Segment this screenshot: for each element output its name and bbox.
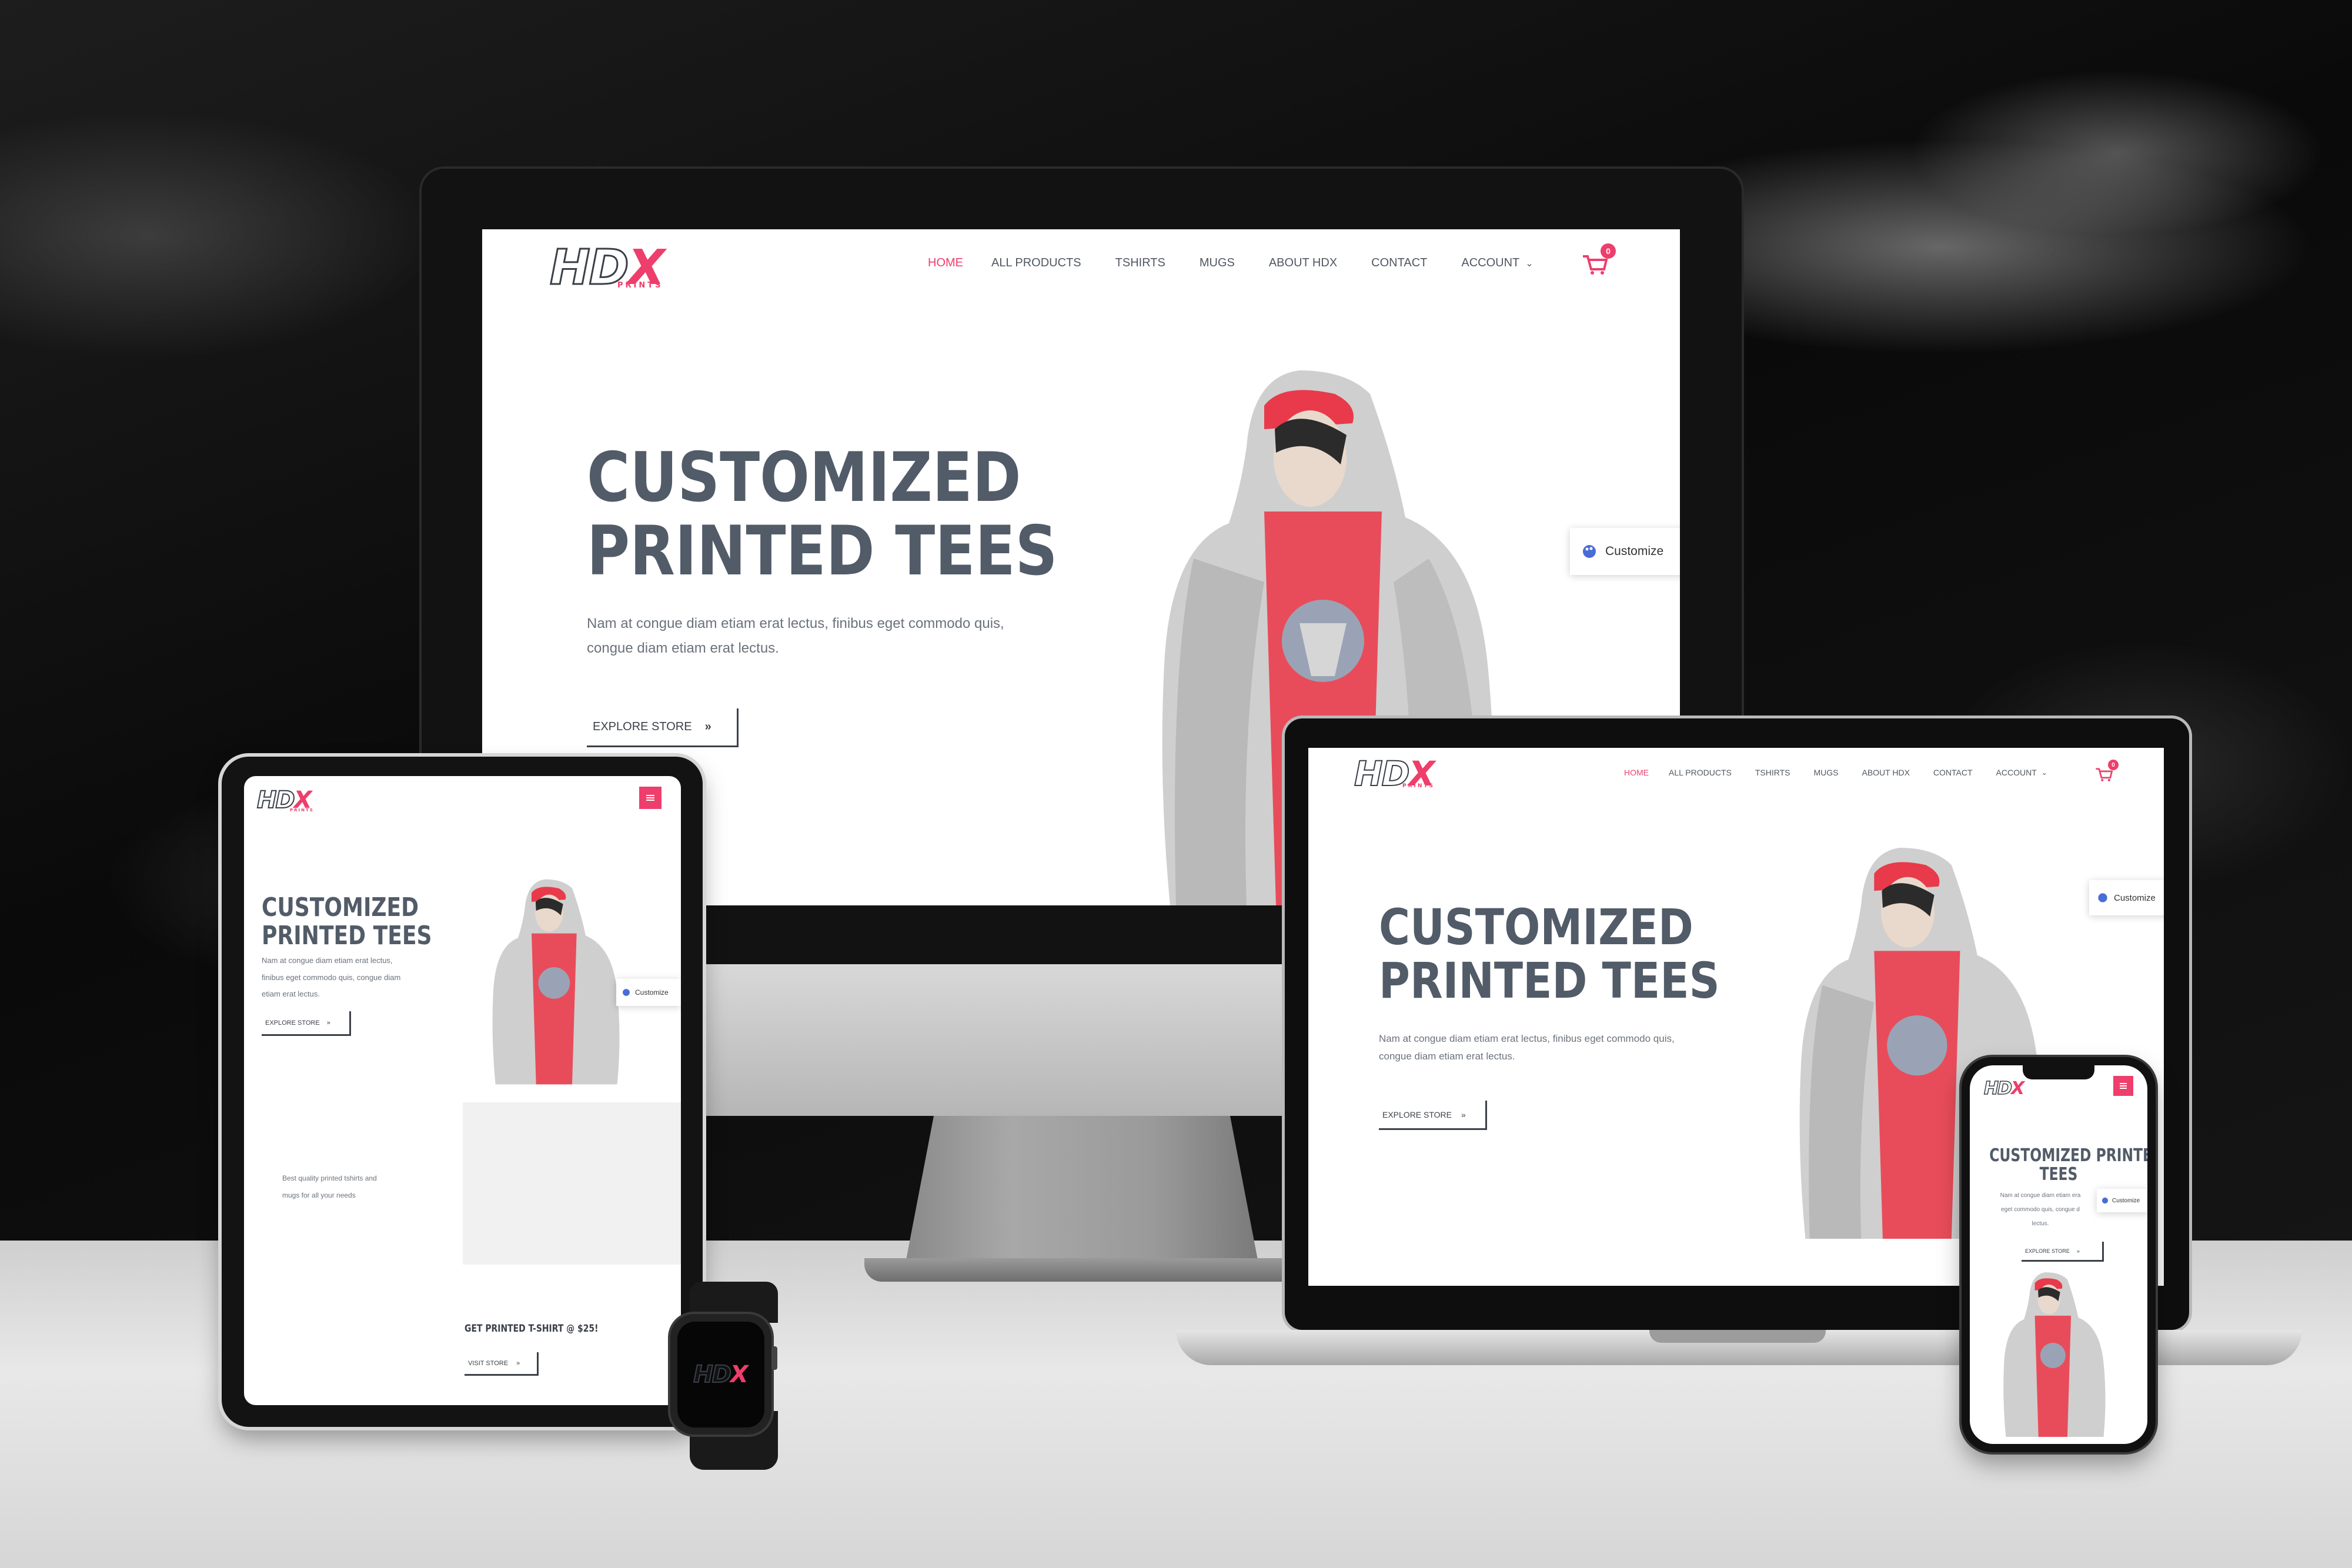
customize-button[interactable]: Customize <box>1570 528 1680 575</box>
phone-hero-description: Nam at congue diam etiam era eget commod… <box>2000 1192 2081 1227</box>
tablet-website: HDX PRINTS CUSTOMIZED PRINTED TEES Nam a… <box>244 776 681 1405</box>
nav-tshirts[interactable]: TSHIRTS <box>1755 768 1790 777</box>
monitor-stand <box>906 1116 1258 1263</box>
laptop-notch <box>1649 1330 1826 1343</box>
tablet-promo-title: GET PRINTED T-SHIRT @ $25! <box>465 1323 599 1335</box>
phone-website: HDX CUSTOMIZED PRINTED TEES Nam at congu… <box>1970 1065 2147 1444</box>
main-navigation: HOME ALL PRODUCTS TSHIRTS MUGS ABOUT HDX… <box>928 256 1534 270</box>
nav-account[interactable]: ACCOUNT <box>1461 256 1519 270</box>
nav-account[interactable]: ACCOUNT <box>1996 768 2037 777</box>
phone-explore-store-button[interactable]: EXPLORE STORE» <box>2022 1242 2104 1262</box>
nav-contact[interactable]: CONTACT <box>1933 768 1973 777</box>
tablet-customize-button[interactable]: Customize <box>616 979 681 1006</box>
laptop-hero-title: CUSTOMIZED PRINTED TEES <box>1379 898 1720 1009</box>
tablet-image-placeholder <box>463 1102 681 1265</box>
nav-mugs[interactable]: MUGS <box>1813 768 1838 777</box>
hamburger-menu-icon[interactable] <box>2113 1076 2133 1096</box>
nav-about-hdx[interactable]: ABOUT HDX <box>1269 256 1337 270</box>
phone-notch <box>2023 1064 2094 1079</box>
chevron-down-icon: ⌄ <box>1525 258 1534 269</box>
hero-title: CUSTOMIZED PRINTED TEES <box>587 438 1058 591</box>
explore-store-button[interactable]: EXPLORE STORE» <box>587 708 739 747</box>
tablet-tagline: Best quality printed tshirts and mugs fo… <box>282 1174 377 1199</box>
phone-hero-title: CUSTOMIZED PRINTED TEES <box>1989 1145 2147 1185</box>
watch-crown <box>771 1346 777 1370</box>
phone-customize-button[interactable]: Customize <box>2097 1189 2147 1212</box>
nav-tshirts[interactable]: TSHIRTS <box>1115 256 1165 270</box>
tablet-logo[interactable]: HDX PRINTS <box>256 786 313 814</box>
tablet-visit-store-button[interactable]: VISIT STORE» <box>465 1352 539 1376</box>
laptop-navigation: HOME ALL PRODUCTS TSHIRTS MUGS ABOUT HDX… <box>1624 768 2047 777</box>
watch-screen: HDX <box>677 1322 764 1427</box>
nav-home[interactable]: HOME <box>1624 768 1649 777</box>
palette-icon <box>2098 893 2107 902</box>
nav-mugs[interactable]: MUGS <box>1200 256 1235 270</box>
nav-contact[interactable]: CONTACT <box>1371 256 1427 270</box>
tablet-hero-title: CUSTOMIZED PRINTED TEES <box>262 892 432 951</box>
laptop-customize-button[interactable]: Customize <box>2089 880 2164 915</box>
tablet-hero-model-image <box>492 879 620 1085</box>
nav-about-hdx[interactable]: ABOUT HDX <box>1862 768 1909 777</box>
tablet-explore-store-button[interactable]: EXPLORE STORE» <box>262 1011 351 1036</box>
chevron-down-icon: ⌄ <box>2041 768 2047 777</box>
laptop-logo[interactable]: HDX PRINTS <box>1354 753 1435 794</box>
monitor-foot <box>864 1258 1299 1282</box>
cart-count-badge: 0 <box>1601 243 1616 259</box>
phone-logo[interactable]: HDX <box>1983 1078 2024 1099</box>
nav-home[interactable]: HOME <box>928 256 963 270</box>
hamburger-menu-icon[interactable] <box>639 787 662 809</box>
logo-subtitle: PRINTS <box>617 281 663 290</box>
watch-logo: HDX <box>693 1360 749 1389</box>
laptop-hero-description: Nam at congue diam etiam erat lectus, fi… <box>1379 1033 1675 1062</box>
palette-icon <box>623 989 630 996</box>
cart-count-badge: 0 <box>2108 760 2119 770</box>
hero-description: Nam at congue diam etiam erat lectus, fi… <box>587 616 1004 656</box>
phone-hero-model-image <box>2003 1272 2106 1437</box>
nav-all-products[interactable]: ALL PRODUCTS <box>1669 768 1732 777</box>
nav-all-products[interactable]: ALL PRODUCTS <box>991 256 1081 270</box>
palette-icon <box>2102 1197 2109 1204</box>
laptop-explore-store-button[interactable]: EXPLORE STORE» <box>1379 1101 1487 1130</box>
palette-icon <box>1583 545 1596 558</box>
tablet-hero-description: Nam at congue diam etiam erat lectus, fi… <box>262 956 401 999</box>
site-logo[interactable]: HDX PRINTS <box>549 239 665 297</box>
